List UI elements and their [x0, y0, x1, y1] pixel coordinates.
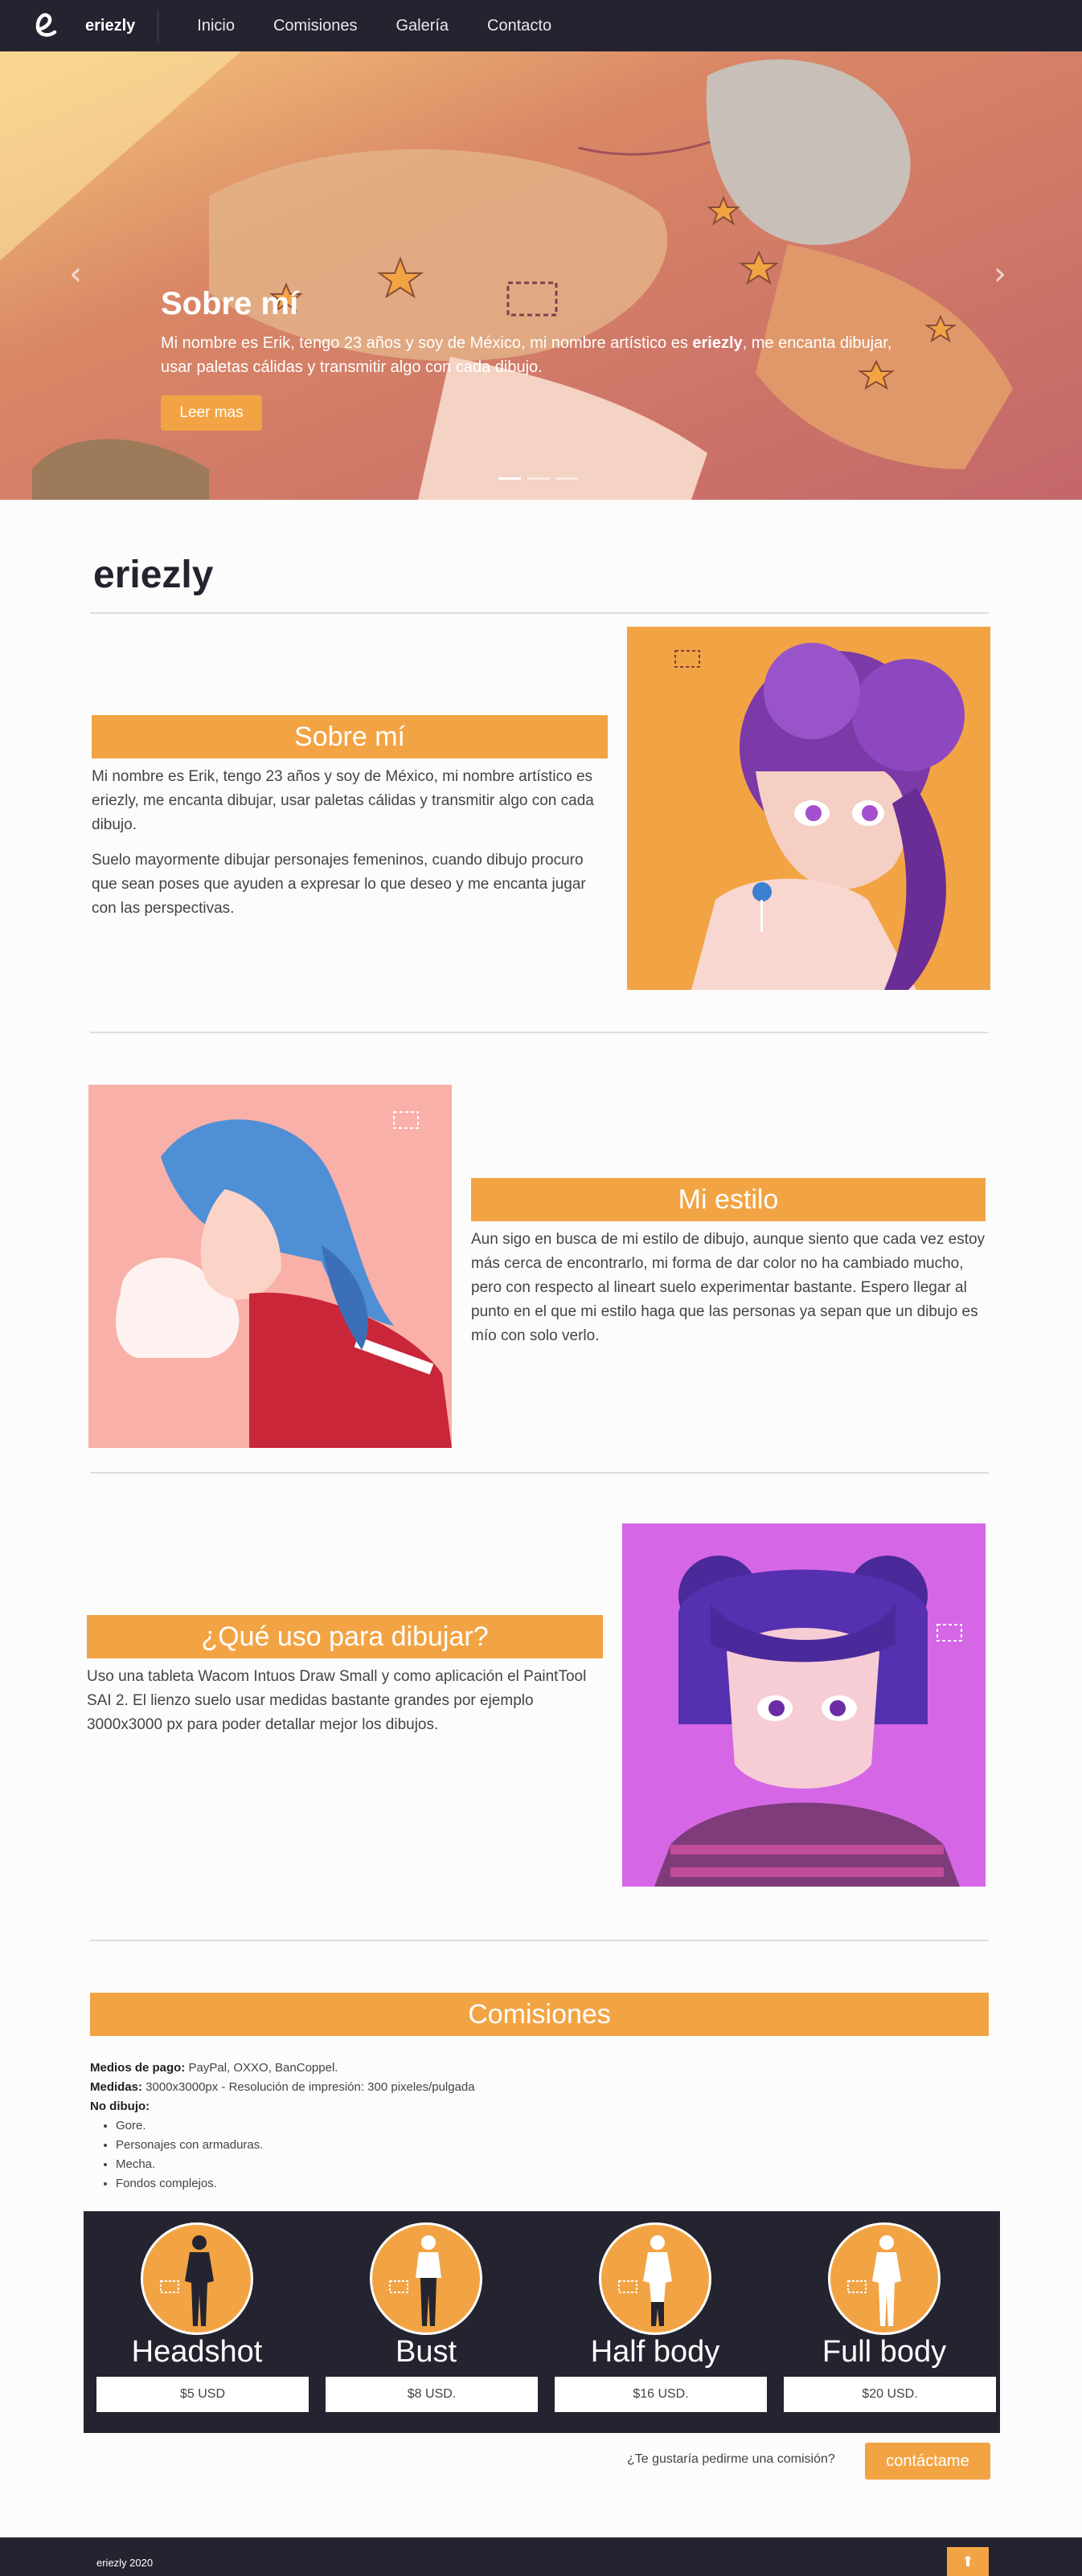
- contact-question: ¿Te gustaría pedirme una comisión?: [627, 2452, 835, 2466]
- nav-inicio[interactable]: Inicio: [197, 17, 235, 35]
- tier-price: $5 USD: [96, 2377, 309, 2412]
- carousel-prev-icon[interactable]: ‹: [69, 256, 82, 292]
- carousel-indicator[interactable]: [498, 477, 521, 480]
- list-item: Fondos complejos.: [116, 2174, 475, 2194]
- figure-icon: [828, 2222, 941, 2335]
- list-item: Mecha.: [116, 2155, 475, 2174]
- navbar: eriezly Inicio Comisiones Galería Contac…: [0, 0, 1082, 51]
- artwork-tools: [622, 1523, 986, 1887]
- commissions-info: Medios de pago: PayPal, OXXO, BanCoppel.…: [90, 2059, 475, 2194]
- contact-button[interactable]: contáctame: [865, 2443, 990, 2480]
- commissions-heading: Comisiones: [90, 1993, 989, 2036]
- nav-galeria[interactable]: Galería: [396, 17, 449, 35]
- commission-tiers: Headshot $5 USD Bust $8 USD. Half body $…: [84, 2211, 1000, 2433]
- figure-icon: [599, 2222, 711, 2335]
- artwork-about: [627, 627, 990, 990]
- tier-name: Headshot: [131, 2335, 263, 2369]
- tier-price: $20 USD.: [784, 2377, 996, 2412]
- divider: [90, 612, 989, 614]
- style-heading: Mi estilo: [471, 1178, 986, 1221]
- carousel-indicator[interactable]: [527, 477, 550, 480]
- hero-read-more-button[interactable]: Leer mas: [161, 395, 262, 431]
- tools-heading: ¿Qué uso para dibujar?: [87, 1615, 603, 1658]
- figure-icon: [370, 2222, 482, 2335]
- logo-icon[interactable]: [32, 10, 59, 42]
- tier-price: $16 USD.: [555, 2377, 767, 2412]
- about-heading: Sobre mí: [92, 715, 608, 758]
- about-text: Mi nombre es Erik, tengo 23 años y soy d…: [92, 765, 606, 921]
- payment-methods: Medios de pago: PayPal, OXXO, BanCoppel.: [90, 2061, 338, 2075]
- style-text: Aun sigo en busca de mi estilo de dibujo…: [471, 1231, 986, 1344]
- footer-copyright: eriezly 2020: [96, 2557, 154, 2569]
- list-item: Gore.: [116, 2116, 475, 2136]
- list-item: Personajes con armaduras.: [116, 2136, 475, 2155]
- sizes: Medidas: 3000x3000px - Resolución de imp…: [90, 2080, 475, 2094]
- artwork-style: [88, 1085, 452, 1448]
- divider: [90, 1472, 989, 1474]
- nav-contacto[interactable]: Contacto: [487, 17, 551, 35]
- tier-name: Half body: [590, 2335, 720, 2369]
- nav-comisiones[interactable]: Comisiones: [273, 17, 357, 35]
- no-draw-list: Gore. Personajes con armaduras. Mecha. F…: [116, 2116, 475, 2194]
- about-paragraph: Mi nombre es Erik, tengo 23 años y soy d…: [92, 768, 594, 833]
- tier-name: Bust: [395, 2335, 457, 2369]
- carousel-indicators: [498, 477, 579, 480]
- no-draw-label: No dibujo:: [90, 2100, 150, 2113]
- tools-text: Uso una tableta Wacom Intuos Draw Small …: [87, 1668, 587, 1733]
- divider: [90, 1032, 989, 1033]
- tier-price: $8 USD.: [326, 2377, 538, 2412]
- divider: [90, 1940, 989, 1941]
- hero-title: Sobre mí: [161, 286, 299, 321]
- footer: eriezly 2020 ⬆: [0, 2537, 1082, 2576]
- tier-name: Full body: [822, 2335, 947, 2369]
- hero-carousel: ‹ › Sobre mí Mi nombre es Erik, tengo 23…: [0, 51, 1082, 500]
- carousel-next-icon[interactable]: ›: [994, 256, 1006, 292]
- carousel-indicator[interactable]: [556, 477, 579, 480]
- hero-text: Mi nombre es Erik, tengo 23 años y soy d…: [161, 334, 892, 376]
- page-title: eriezly: [93, 554, 214, 596]
- about-paragraph: Suelo mayormente dibujar personajes feme…: [92, 852, 586, 917]
- figure-icon: [141, 2222, 253, 2335]
- nav-brand[interactable]: eriezly: [85, 10, 159, 42]
- back-to-top-icon[interactable]: ⬆: [947, 2547, 989, 2576]
- hero-illustration: [0, 51, 1082, 500]
